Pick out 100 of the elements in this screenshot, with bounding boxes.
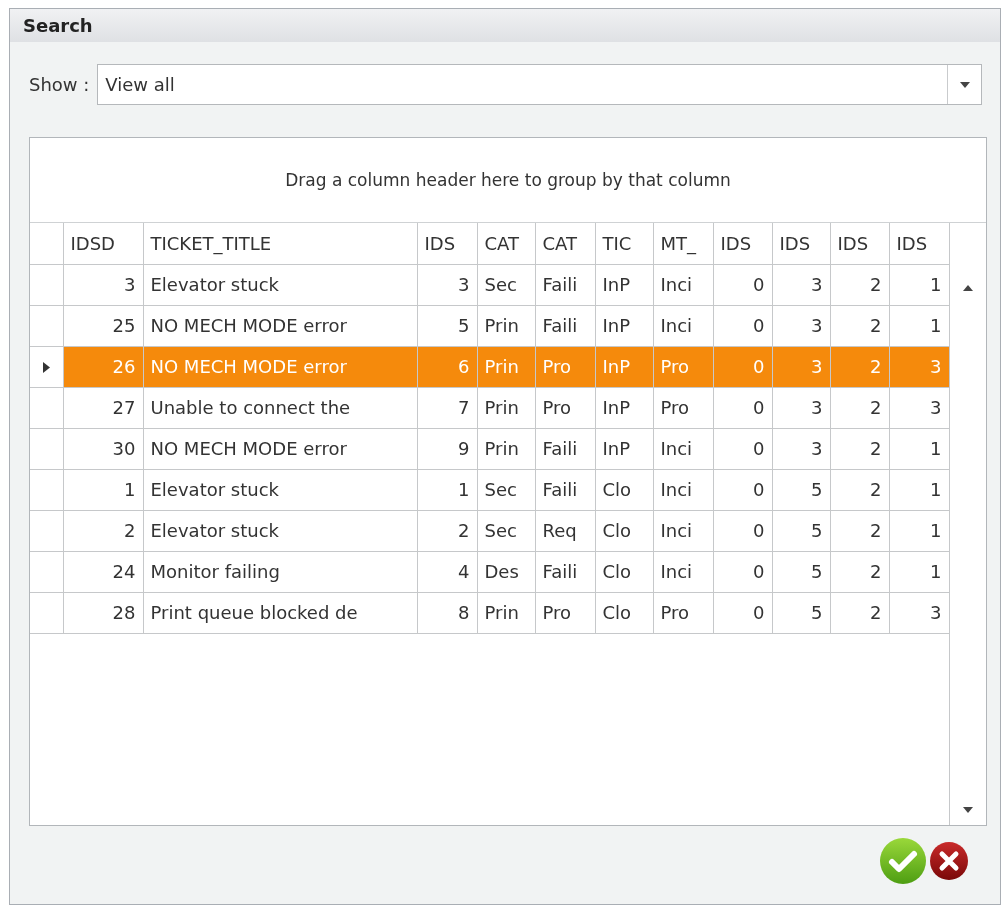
row-pointer-icon <box>42 362 50 373</box>
table-cell: 2 <box>417 510 477 551</box>
table-cell: 0 <box>713 469 772 510</box>
table-cell: Inci <box>653 510 713 551</box>
table-cell: 2 <box>830 592 889 633</box>
table-cell: Prin <box>477 305 535 346</box>
table-cell: Pro <box>653 592 713 633</box>
table-cell: 4 <box>417 551 477 592</box>
table-cell: 7 <box>417 387 477 428</box>
table-cell: Elevator stuck <box>143 264 417 305</box>
table-cell: Inci <box>653 469 713 510</box>
table-cell: 2 <box>830 469 889 510</box>
show-dropdown[interactable]: View all <box>97 64 982 105</box>
table-cell: Pro <box>535 387 595 428</box>
table-cell: 3 <box>772 428 830 469</box>
table-cell: Sec <box>477 469 535 510</box>
cancel-button[interactable] <box>929 841 969 881</box>
table-cell: 3 <box>772 346 830 387</box>
table-cell: 5 <box>772 551 830 592</box>
table-cell: 2 <box>830 387 889 428</box>
column-header[interactable]: IDS <box>830 223 889 264</box>
table-cell: Clo <box>595 551 653 592</box>
table-cell: 0 <box>713 387 772 428</box>
table-row[interactable]: 27 Unable to connect the 7 Prin Pro InP Pro 0 3 2 3 <box>30 387 949 428</box>
table-cell: Prin <box>477 428 535 469</box>
table-cell: 3 <box>772 305 830 346</box>
table-cell: Prin <box>477 387 535 428</box>
table-cell: Faili <box>535 551 595 592</box>
table-row[interactable]: 1 Elevator stuck 1 Sec Faili Clo Inci 0 5 2 1 <box>30 469 949 510</box>
column-header[interactable]: CAT <box>477 223 535 264</box>
table-cell: InP <box>595 428 653 469</box>
group-panel-hint: Drag a column header here to group by that column <box>285 170 731 190</box>
table-cell: Clo <box>595 592 653 633</box>
table-cell: 6 <box>417 346 477 387</box>
table-cell: 2 <box>830 551 889 592</box>
table-cell: Elevator stuck <box>143 469 417 510</box>
show-label: Show : <box>29 74 90 95</box>
table-cell: 5 <box>772 510 830 551</box>
table-cell: 0 <box>713 264 772 305</box>
table-cell: 26 <box>63 346 143 387</box>
table-cell: Faili <box>535 428 595 469</box>
table-cell: 1 <box>63 469 143 510</box>
table-row[interactable]: 28 Print queue blocked de 8 Prin Pro Clo Pro 0 5 2 3 <box>30 592 949 633</box>
table-cell: 28 <box>63 592 143 633</box>
column-header[interactable]: IDS <box>713 223 772 264</box>
table-cell: 2 <box>830 510 889 551</box>
table-cell: InP <box>595 346 653 387</box>
table-cell: Elevator stuck <box>143 510 417 551</box>
column-header[interactable]: TIC <box>595 223 653 264</box>
table-cell: 0 <box>713 305 772 346</box>
table-cell: Pro <box>653 387 713 428</box>
column-header[interactable]: TICKET_TITLE <box>143 223 417 264</box>
window-title: Search <box>23 15 93 36</box>
table-cell: Print queue blocked de <box>143 592 417 633</box>
table-cell: 2 <box>830 264 889 305</box>
column-header[interactable]: IDSD <box>63 223 143 264</box>
table-cell: 5 <box>772 469 830 510</box>
table-cell: InP <box>595 305 653 346</box>
table-cell: Des <box>477 551 535 592</box>
table-cell: 24 <box>63 551 143 592</box>
table-cell: Inci <box>653 428 713 469</box>
scroll-down-icon[interactable] <box>963 807 973 813</box>
table-cell: 0 <box>713 551 772 592</box>
table-cell: NO MECH MODE error <box>143 346 417 387</box>
table-cell: 2 <box>830 305 889 346</box>
table-cell: 3 <box>772 387 830 428</box>
table-cell: 3 <box>417 264 477 305</box>
scroll-up-icon[interactable] <box>963 285 973 291</box>
table-cell: Faili <box>535 469 595 510</box>
table-row[interactable]: 30 NO MECH MODE error 9 Prin Faili InP Inci 0 3 2 1 <box>30 428 949 469</box>
column-header[interactable]: MT_ <box>653 223 713 264</box>
table-cell: 0 <box>713 346 772 387</box>
table-cell: 30 <box>63 428 143 469</box>
table-cell: Pro <box>535 346 595 387</box>
column-header[interactable]: IDS <box>417 223 477 264</box>
table-cell: Pro <box>535 592 595 633</box>
table-cell: Req <box>535 510 595 551</box>
table-cell: Monitor failing <box>143 551 417 592</box>
column-header[interactable]: CAT <box>535 223 595 264</box>
table-row[interactable]: 25 NO MECH MODE error 5 Prin Faili InP Inci 0 3 2 1 <box>30 305 949 346</box>
table-cell: NO MECH MODE error <box>143 305 417 346</box>
table-cell: Inci <box>653 264 713 305</box>
table-cell: InP <box>595 264 653 305</box>
table-row[interactable]: 2 Elevator stuck 2 Sec Req Clo Inci 0 5 2 1 <box>30 510 949 551</box>
table-row[interactable]: 3 Elevator stuck 3 Sec Faili InP Inci 0 3 2 1 <box>30 264 949 305</box>
column-header[interactable]: IDS <box>772 223 830 264</box>
table-cell: InP <box>595 387 653 428</box>
table-cell: 2 <box>830 428 889 469</box>
table-cell: 3 <box>63 264 143 305</box>
table-cell: 0 <box>713 428 772 469</box>
table-cell: Clo <box>595 510 653 551</box>
table-cell: Inci <box>653 305 713 346</box>
table-cell: 3 <box>772 264 830 305</box>
table-cell: 3 <box>889 346 949 387</box>
table-cell: 0 <box>713 592 772 633</box>
table-cell: Inci <box>653 551 713 592</box>
table-cell: NO MECH MODE error <box>143 428 417 469</box>
table-row[interactable]: 24 Monitor failing 4 Des Faili Clo Inci 0 5 2 1 <box>30 551 949 592</box>
table-cell: Clo <box>595 469 653 510</box>
table-cell: Pro <box>653 346 713 387</box>
